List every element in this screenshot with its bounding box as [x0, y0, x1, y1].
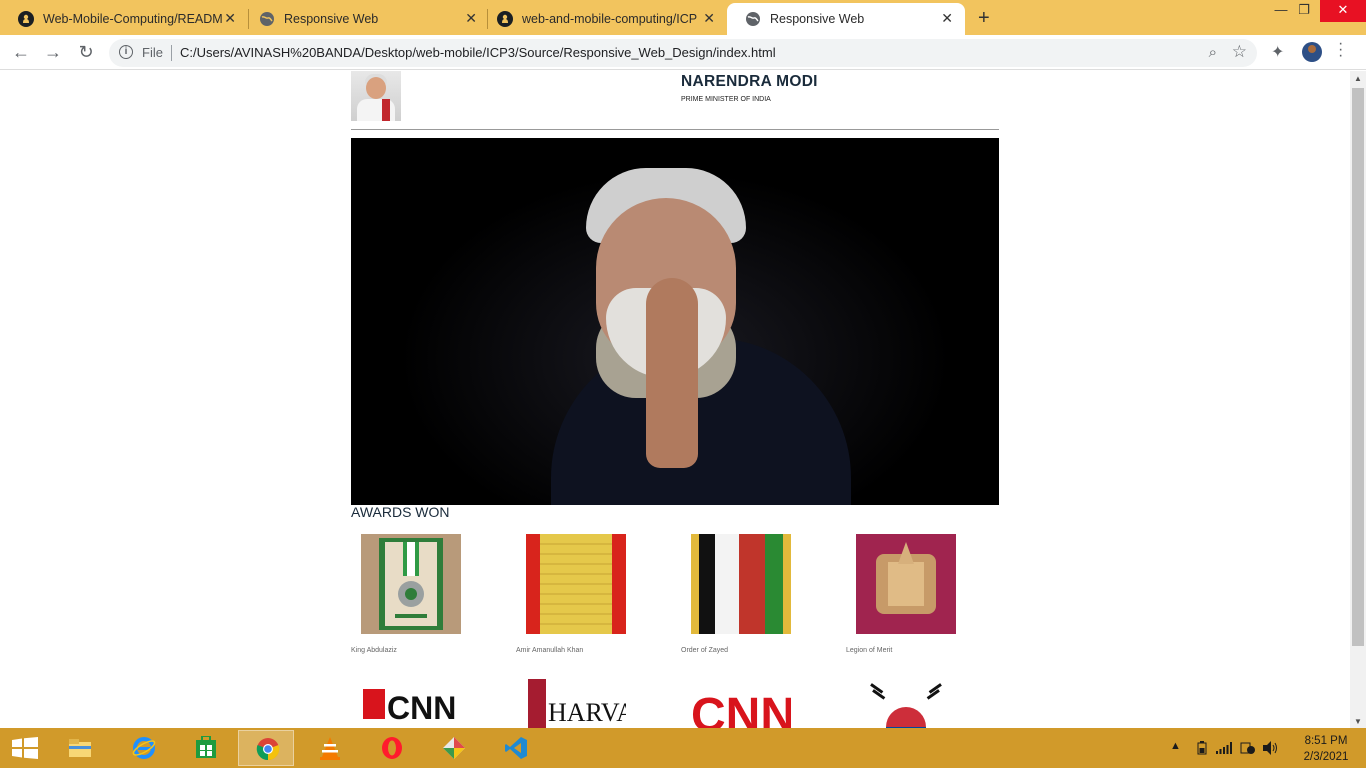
info-icon[interactable]: i — [119, 45, 133, 59]
bookmark-star-icon[interactable]: ☆ — [1232, 42, 1247, 62]
awards-heading: AWARDS WON — [351, 504, 450, 520]
opera-icon — [382, 737, 402, 759]
address-bar[interactable]: i File C:/Users/AVINASH%20BANDA/Desktop/… — [109, 39, 1257, 67]
page-subtitle: PRIME MINISTER OF INDIA — [681, 96, 771, 103]
award-label: Order of Zayed — [681, 647, 729, 654]
taskbar-paint[interactable] — [425, 730, 481, 766]
paint-icon — [443, 737, 465, 759]
browser-toolbar: ← → ↻ i File C:/Users/AVINASH%20BANDA/De… — [0, 35, 1366, 70]
award-label: Amir Amanullah Khan — [516, 647, 584, 654]
vlc-icon — [320, 737, 340, 760]
tab-4-active[interactable]: Responsive Web ✕ — [727, 3, 965, 35]
page-header: NARENDRA MODI PRIME MINISTER OF INDIA — [351, 71, 999, 130]
action-center-icon[interactable] — [1240, 741, 1256, 755]
page-title: NARENDRA MODI — [681, 73, 818, 90]
zoom-icon[interactable]: ⌕ — [1209, 44, 1217, 61]
tab-2[interactable]: Responsive Web ✕ — [241, 3, 489, 35]
taskbar-vscode[interactable] — [487, 730, 543, 766]
taskbar-store[interactable] — [177, 730, 233, 766]
taskbar-opera[interactable] — [363, 730, 419, 766]
ribbon-icon — [526, 534, 626, 634]
close-icon[interactable]: ✕ — [224, 10, 236, 27]
menu-dots-icon[interactable]: · · · — [1338, 36, 1346, 64]
forward-arrow-icon[interactable]: → — [43, 42, 63, 62]
page-viewport: NARENDRA MODI PRIME MINISTER OF INDIA AW… — [0, 71, 1350, 728]
file-explorer-icon — [69, 739, 91, 757]
tab-3-title: web-and-mobile-computing/ICP — [522, 12, 698, 26]
tab-3[interactable]: web-and-mobile-computing/ICP ✕ — [479, 3, 727, 35]
harvard-logo: HARVARD — [526, 675, 626, 728]
cnn-heroes-logo: CNN HEROES — [361, 675, 461, 728]
profile-avatar[interactable] — [1302, 42, 1322, 62]
logo-text: CNN — [691, 689, 791, 728]
taskbar-vlc[interactable] — [301, 730, 357, 766]
github-icon — [497, 11, 513, 27]
ribbon-icon — [856, 534, 956, 634]
close-icon[interactable]: ✕ — [465, 10, 477, 27]
hero-image — [351, 138, 999, 505]
taskbar-chrome[interactable] — [238, 730, 294, 766]
tab-4-title: Responsive Web — [770, 12, 865, 26]
scroll-up-icon[interactable]: ▲ — [1354, 74, 1362, 83]
battery-icon[interactable] — [1197, 741, 1207, 755]
scroll-down-icon[interactable]: ▼ — [1354, 717, 1362, 726]
extensions-puzzle-icon[interactable]: ✦ — [1271, 42, 1284, 62]
close-icon[interactable]: ✕ — [941, 10, 953, 27]
back-arrow-icon[interactable]: ← — [11, 42, 31, 62]
logo-text: CNN HEROES — [387, 690, 461, 726]
taskbar-file-explorer[interactable] — [51, 730, 107, 766]
windows-start-icon[interactable] — [12, 737, 38, 759]
reload-icon[interactable]: ↻ — [76, 42, 96, 62]
award-item: CNN HEROES — [361, 675, 461, 728]
award-item — [856, 675, 956, 728]
scheme-label: File — [142, 45, 163, 60]
windows-taskbar: ▲ — [0, 728, 1366, 768]
vertical-scrollbar[interactable]: ▲ ▼ — [1350, 71, 1366, 728]
url-text[interactable]: C:/Users/AVINASH%20BANDA/Desktop/web-mob… — [180, 45, 776, 60]
taskbar-clock[interactable]: 8:51 PM 2/3/2021 — [1296, 733, 1356, 765]
medal-icon — [361, 534, 461, 634]
award-item: CNN — [691, 675, 791, 728]
close-icon[interactable]: ✕ — [703, 10, 715, 27]
volume-icon[interactable] — [1263, 741, 1279, 755]
store-icon — [196, 736, 216, 758]
vscode-icon — [505, 737, 527, 759]
taskbar-internet-explorer[interactable] — [115, 730, 171, 766]
tab-strip: Web-Mobile-Computing/READM ✕ Responsive … — [0, 0, 1366, 35]
internet-explorer-icon — [132, 737, 156, 759]
page-content: NARENDRA MODI PRIME MINISTER OF INDIA AW… — [351, 71, 999, 728]
award-item: HARVARD — [526, 675, 626, 728]
award-label: King Abdulaziz — [351, 647, 397, 654]
korea-flag-icon — [856, 675, 956, 728]
clock-time: 8:51 PM — [1304, 735, 1348, 747]
globe-icon — [746, 12, 760, 26]
chrome-icon — [256, 738, 280, 761]
logo-text: HARVARD — [548, 698, 626, 727]
new-tab-button[interactable]: + — [978, 7, 990, 30]
scrollbar-thumb[interactable] — [1352, 88, 1364, 646]
tab-1[interactable]: Web-Mobile-Computing/READM ✕ — [0, 3, 248, 35]
tab-2-title: Responsive Web — [284, 12, 379, 26]
omnibox-divider — [171, 45, 172, 61]
tab-1-title: Web-Mobile-Computing/READM — [43, 12, 223, 26]
award-label: Legion of Merit — [846, 647, 893, 654]
network-signal-icon[interactable] — [1216, 742, 1232, 754]
profile-photo — [351, 71, 401, 121]
cnn-logo: CNN — [691, 675, 791, 728]
window-close-button[interactable]: ✕ — [1320, 0, 1366, 22]
globe-icon — [260, 12, 274, 26]
tray-expand-icon[interactable]: ▲ — [1170, 740, 1181, 752]
github-icon — [18, 11, 34, 27]
clock-date: 2/3/2021 — [1303, 751, 1349, 763]
ribbon-icon — [691, 534, 791, 634]
